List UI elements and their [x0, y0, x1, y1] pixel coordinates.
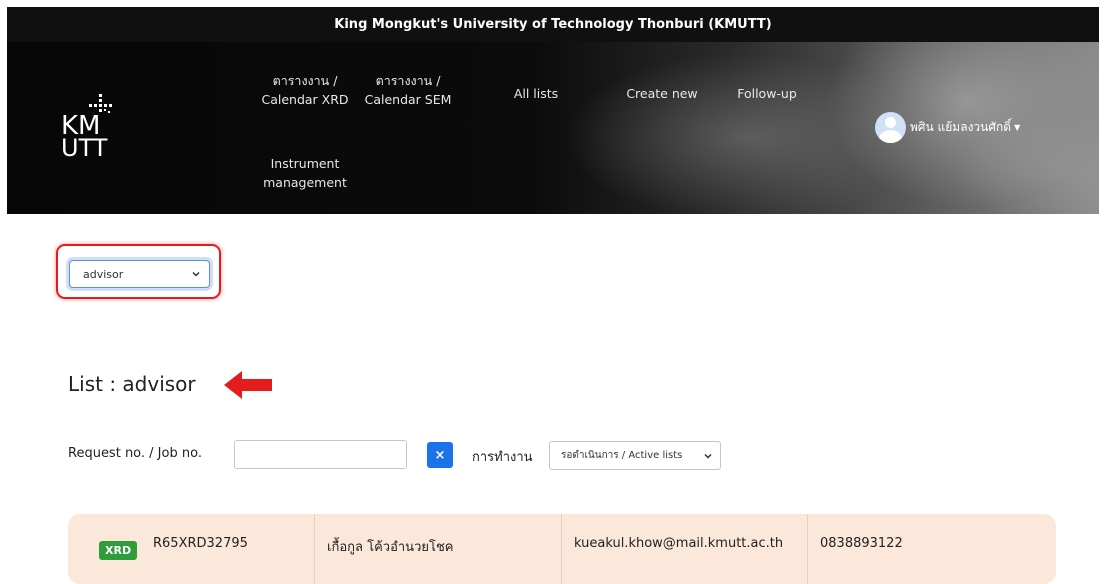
nav-calendar-sem[interactable]: ตารางงาน / Calendar SEM	[363, 71, 453, 109]
nav-calendar-xrd[interactable]: ตารางงาน / Calendar XRD	[257, 71, 353, 109]
chevron-down-icon	[192, 271, 200, 277]
red-arrow-icon	[224, 371, 272, 399]
divider	[807, 514, 808, 584]
divider	[314, 514, 315, 584]
status-select[interactable]: รอดำเนินการ / Active lists	[549, 441, 721, 470]
request-no: R65XRD32795	[153, 536, 248, 551]
work-status-label: การทำงาน	[472, 450, 533, 465]
svg-text:UTT: UTT	[61, 134, 108, 162]
clear-button[interactable]: ×	[427, 442, 453, 468]
kmutt-logo[interactable]: KM UTT	[59, 90, 131, 162]
university-title: King Mongkut's University of Technology …	[334, 17, 772, 32]
user-menu[interactable]: พศิน แย้มลงวนศักดิ์ ▼	[875, 112, 1020, 143]
nav-all-lists[interactable]: All lists	[505, 84, 567, 103]
role-select[interactable]: advisor	[69, 260, 210, 288]
nav-instrument-management[interactable]: Instrument management	[257, 154, 353, 192]
requester-phone: 0838893122	[820, 536, 903, 551]
request-no-label: Request no. / Job no.	[68, 446, 202, 461]
divider	[561, 514, 562, 584]
user-name: พศิน แย้มลงวนศักดิ์	[910, 120, 1012, 134]
chevron-down-icon	[704, 453, 712, 459]
top-banner: King Mongkut's University of Technology …	[7, 7, 1099, 42]
caret-down-icon: ▼	[1014, 123, 1021, 132]
request-no-input[interactable]	[234, 440, 407, 469]
requester-name: เกื้อกูล โค้วอำนวยโชค	[327, 540, 454, 555]
nav-create-new[interactable]: Create new	[619, 84, 705, 103]
close-icon: ×	[434, 447, 446, 463]
nav-follow-up[interactable]: Follow-up	[729, 84, 805, 103]
role-select-highlight: advisor	[56, 244, 221, 299]
header-hero: KM UTT ตารางงาน / Calendar XRD ตารางงาน …	[7, 42, 1099, 214]
page-title: List : advisor	[68, 372, 196, 396]
list-item[interactable]: XRD R65XRD32795 เกื้อกูล โค้วอำนวยโชค ku…	[68, 514, 1056, 584]
requester-email: kueakul.khow@mail.kmutt.ac.th	[574, 536, 784, 551]
xrd-badge: XRD	[99, 541, 138, 560]
avatar-icon	[875, 112, 906, 143]
